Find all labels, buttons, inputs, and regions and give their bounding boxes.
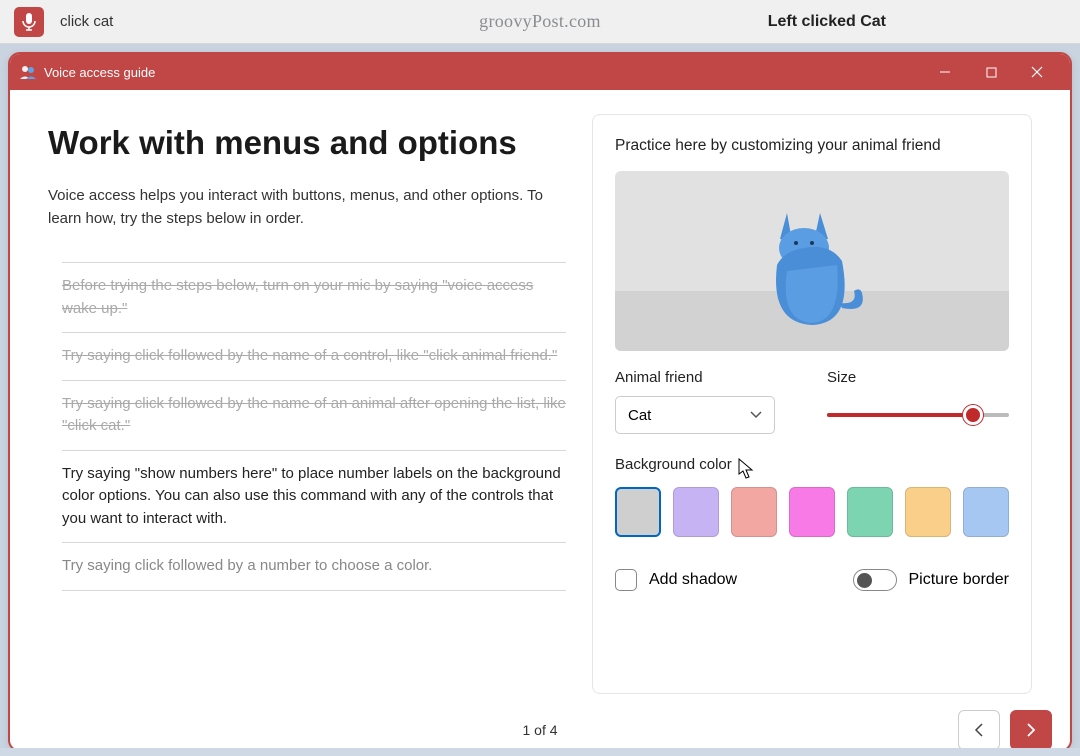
step-item: Try saying click followed by the name of… bbox=[62, 381, 566, 451]
app-icon bbox=[20, 65, 38, 79]
color-swatch-5[interactable] bbox=[905, 487, 951, 537]
page-title: Work with menus and options bbox=[48, 122, 566, 163]
chevron-down-icon bbox=[750, 411, 762, 419]
page-indicator: 1 of 4 bbox=[522, 722, 557, 738]
background-color-label: Background color bbox=[615, 456, 1009, 473]
maximize-icon bbox=[986, 67, 997, 78]
taskbar bbox=[0, 748, 1080, 756]
mic-icon bbox=[22, 13, 36, 31]
size-slider[interactable] bbox=[827, 396, 1009, 434]
practice-panel: Practice here by customizing your animal… bbox=[592, 114, 1032, 694]
voice-access-guide-window: Voice access guide Work with menus and o… bbox=[8, 52, 1072, 752]
watermark-text: groovyPost.com bbox=[479, 11, 601, 32]
step-item: Try saying "show numbers here" to place … bbox=[62, 451, 566, 544]
add-shadow-label: Add shadow bbox=[649, 571, 737, 589]
color-swatch-6[interactable] bbox=[963, 487, 1009, 537]
window-title: Voice access guide bbox=[44, 65, 155, 80]
intro-text: Voice access helps you interact with but… bbox=[48, 185, 566, 230]
animal-preview bbox=[615, 171, 1009, 351]
close-button[interactable] bbox=[1014, 54, 1060, 90]
voice-status-text: Left clicked Cat bbox=[768, 13, 886, 31]
color-swatch-0[interactable] bbox=[615, 487, 661, 537]
dropdown-value: Cat bbox=[628, 407, 651, 424]
step-item: Try saying click followed by the name of… bbox=[62, 333, 566, 381]
instructions-panel: Work with menus and options Voice access… bbox=[48, 114, 566, 700]
color-swatches bbox=[615, 487, 1009, 537]
previous-button[interactable] bbox=[958, 710, 1000, 750]
color-swatch-4[interactable] bbox=[847, 487, 893, 537]
mic-button[interactable] bbox=[14, 7, 44, 37]
picture-border-label: Picture border bbox=[909, 571, 1010, 589]
chevron-right-icon bbox=[1026, 723, 1036, 737]
minimize-icon bbox=[939, 66, 951, 78]
color-swatch-1[interactable] bbox=[673, 487, 719, 537]
step-item: Before trying the steps below, turn on y… bbox=[62, 262, 566, 333]
close-icon bbox=[1031, 66, 1043, 78]
voice-command-bar: click cat groovyPost.com Left clicked Ca… bbox=[0, 0, 1080, 44]
animal-friend-dropdown[interactable]: Cat bbox=[615, 396, 775, 434]
title-bar: Voice access guide bbox=[10, 54, 1070, 90]
cat-image bbox=[742, 193, 882, 333]
maximize-button[interactable] bbox=[968, 54, 1014, 90]
animal-friend-label: Animal friend bbox=[615, 369, 797, 386]
voice-command-text: click cat bbox=[60, 13, 113, 30]
practice-heading: Practice here by customizing your animal… bbox=[615, 137, 1009, 155]
step-item: Try saying click followed by a number to… bbox=[62, 543, 566, 591]
minimize-button[interactable] bbox=[922, 54, 968, 90]
chevron-left-icon bbox=[974, 723, 984, 737]
footer: 1 of 4 bbox=[10, 712, 1070, 750]
color-swatch-3[interactable] bbox=[789, 487, 835, 537]
picture-border-toggle[interactable] bbox=[853, 569, 897, 591]
add-shadow-checkbox[interactable] bbox=[615, 569, 637, 591]
next-button[interactable] bbox=[1010, 710, 1052, 750]
steps-list: Before trying the steps below, turn on y… bbox=[48, 262, 566, 591]
size-label: Size bbox=[827, 369, 1009, 386]
color-swatch-2[interactable] bbox=[731, 487, 777, 537]
